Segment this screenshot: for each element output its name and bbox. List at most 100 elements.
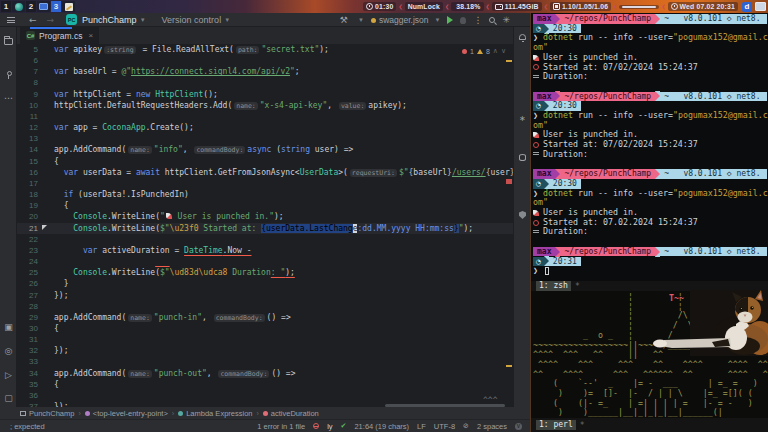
status-item: 1.10/1.05/1.06	[550, 2, 611, 11]
gutter-number: 21	[17, 223, 38, 234]
prompt-user: max	[533, 92, 555, 102]
rocket-icon	[533, 55, 539, 61]
terminal-window-top[interactable]: max~/repos/PunchChamp~ v8.0.101 ◇ net8.◔…	[530, 13, 768, 291]
problems-tool-icon[interactable]: ▢	[3, 393, 14, 403]
run-button[interactable]	[447, 16, 453, 24]
gutter-number: 27	[17, 290, 38, 301]
vim-mode-icon[interactable]: V	[515, 423, 522, 430]
ai-assistant-icon[interactable]: ∗	[519, 114, 526, 123]
gutter-number: 31	[17, 334, 38, 345]
encoding[interactable]: UTF-8	[434, 422, 455, 431]
run-config-selector[interactable]: swagger.json ▼	[371, 15, 441, 25]
terminal-row: max~/repos/PunchChamp~ v8.0.101 ◇ net8.	[533, 247, 767, 257]
project-explorer-icon[interactable]	[4, 38, 13, 45]
clock-icon	[671, 3, 678, 10]
globe-icon[interactable]	[12, 1, 25, 12]
right-tool-stripe: ∗	[513, 27, 530, 407]
cpu-icon	[553, 3, 560, 10]
gutter-number: 17	[17, 178, 38, 189]
project-selector[interactable]: PunchChamp	[82, 15, 137, 25]
breadcrumb-item[interactable]: Lambda Expression	[178, 409, 252, 418]
database-icon[interactable]	[519, 154, 526, 161]
code-line: app.AddCommand(name:"punch-out", command…	[54, 368, 296, 379]
menu-icon[interactable]	[7, 17, 15, 23]
readonly-icon[interactable]: ⊘	[463, 422, 469, 430]
code-line: var apikey:string = File.ReadAllText(pat…	[54, 44, 329, 55]
tray-app-icon[interactable]: d	[742, 2, 752, 12]
status-item: NumLock	[405, 2, 443, 11]
terminal-row: ❯	[533, 266, 767, 276]
tab-program-cs[interactable]: C# Program.cs ×	[20, 27, 99, 44]
breadcrumb-item[interactable]: PunchChamp	[20, 409, 74, 418]
indent-setting[interactable]: 2 spaces	[477, 422, 507, 431]
tmux-window-label[interactable]: 1: perl	[536, 420, 576, 430]
code-line: app.AddCommand(name:"punch-in", commandB…	[54, 312, 291, 323]
editor-icon[interactable]	[62, 1, 75, 12]
alarm-clock-icon	[533, 220, 539, 226]
inspections-widget[interactable]: 1 8 ∧∨	[462, 47, 506, 55]
debug-button[interactable]	[460, 17, 466, 24]
warning-badge-icon	[477, 49, 483, 54]
prompt-env: ~ v8.0.101 ◇ net8.	[660, 14, 767, 24]
ascii-art-row: ) )______|__|_|_|_|__|______(|	[533, 408, 767, 418]
code-line: var app = CoconaApp.Create();	[54, 122, 194, 133]
notifications-icon[interactable]	[519, 34, 526, 40]
gutter-number: 22	[17, 234, 38, 245]
settings-icon[interactable]: ✳	[502, 15, 510, 25]
code-line: {	[54, 379, 59, 390]
terminal-window-bottom[interactable]: ¦ ¦ ¦ ¦ ¦ /\ ¦ / \ _ o _ ¦ / \~~~~~~~~~~…	[530, 291, 768, 432]
code-editor[interactable]: var apikey:string = File.ReadAllText(pat…	[17, 44, 513, 407]
rocket-icon	[533, 210, 539, 216]
vcs-selector[interactable]: Version control	[162, 15, 222, 25]
chevron-down-icon: ▼	[435, 17, 441, 23]
prompt-user: max	[533, 14, 555, 24]
commit-icon[interactable]	[5, 71, 12, 78]
code-line: var baseUrl = @"https://connect.signl4.c…	[54, 66, 300, 77]
workspace-1[interactable]: 1	[1, 1, 11, 12]
gutter-number: 7	[17, 66, 38, 77]
breadcrumb-item[interactable]: activeDuration	[263, 409, 319, 418]
forward-icon[interactable]: →	[47, 15, 55, 25]
build-icon[interactable]: ⚒	[340, 15, 348, 25]
back-icon[interactable]: ←	[29, 15, 37, 25]
code-line: });	[54, 290, 68, 301]
scrollbar-error-mark	[506, 179, 512, 184]
build-tool-icon[interactable]: ▣	[3, 322, 14, 332]
terminal-row: ❯ dotnet run -- info --user="pogumax152@…	[533, 33, 767, 43]
search-icon[interactable]	[489, 17, 495, 23]
breadcrumb-item[interactable]: <top-level-entry-point>	[85, 409, 168, 418]
error-summary[interactable]: 1 error in 1 file	[257, 422, 305, 431]
prompt-env: ~ v8.0.101 ◇ net8.	[660, 247, 767, 257]
caret-position[interactable]: 21:64 (19 chars)	[354, 422, 409, 431]
close-icon[interactable]: ×	[88, 31, 93, 40]
workspace-2[interactable]: 2	[26, 1, 36, 12]
workspace-switcher: 1 2 3	[1, 1, 75, 12]
run-tool-icon[interactable]: ▷	[3, 370, 14, 380]
gutter-number: 18	[17, 189, 38, 200]
dash-icon	[533, 230, 539, 235]
terminal-row	[533, 160, 767, 170]
debug-tool-icon[interactable]: ◎	[3, 346, 14, 356]
highlight-level-icon[interactable]	[313, 423, 319, 429]
gutter-number: 8	[17, 77, 38, 88]
more-tools-icon[interactable]: ⋯	[3, 93, 14, 103]
layout-indicator[interactable]: ly	[327, 422, 332, 431]
workspace-3[interactable]: 3	[51, 1, 61, 12]
display-tray-icon[interactable]	[755, 2, 766, 11]
tmux-window-label[interactable]: 1: zsh	[536, 281, 571, 291]
gutter-number: 20	[17, 211, 38, 222]
prompt-env: ~ v8.0.101 ◇ net8.	[660, 169, 767, 179]
security-icon[interactable]	[519, 211, 526, 219]
gutter-number: 12	[17, 122, 38, 133]
rocket-icon	[166, 213, 172, 219]
entry-icon	[85, 411, 90, 416]
slider-icon	[622, 6, 656, 8]
more-icon[interactable]: ⋮	[473, 15, 482, 25]
line-ending[interactable]: LF	[417, 422, 426, 431]
cat-photo	[684, 290, 768, 358]
prompt-path: ~/repos/PunchChamp	[560, 92, 655, 102]
gutter-number: 35	[17, 379, 38, 390]
code-line: var userData = await httpClient.GetFromJ…	[54, 167, 513, 178]
monitor-icon[interactable]	[37, 1, 50, 12]
system-tray: d	[742, 1, 766, 12]
